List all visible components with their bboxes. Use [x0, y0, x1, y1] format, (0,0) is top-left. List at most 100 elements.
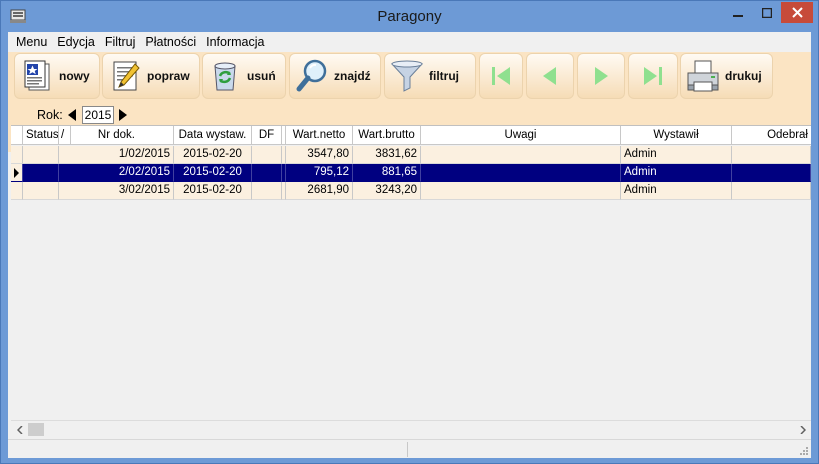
header-indicator — [11, 126, 23, 145]
menu-item-menu[interactable]: Menu — [11, 35, 52, 49]
header-odebral[interactable]: Odebrał — [732, 126, 811, 145]
menu-bar: Menu Edycja Filtruj Płatności Informacja — [8, 32, 811, 52]
status-panel-1 — [8, 442, 408, 457]
cell-wart-netto[interactable]: 795,12 — [286, 164, 353, 182]
cell-df — [252, 182, 282, 200]
cell-uwagi — [421, 182, 621, 200]
prev-record-button[interactable] — [526, 53, 574, 99]
app-window: Paragony Menu Edycja Filtruj Płatności I… — [0, 0, 819, 464]
status-panel-2 — [408, 442, 788, 457]
cell-nr-dok[interactable]: 3/02/2015 — [59, 182, 174, 200]
next-record-button[interactable] — [577, 53, 625, 99]
table-row[interactable]: 2/02/2015 2015-02-20 795,12 881,65 Admin — [11, 164, 811, 182]
edit-button[interactable]: popraw — [102, 53, 200, 99]
filter-button[interactable]: filtruj — [384, 53, 476, 99]
edit-button-label: popraw — [147, 69, 190, 83]
maximize-button[interactable] — [753, 2, 780, 23]
cell-data-wystaw[interactable]: 2015-02-20 — [174, 164, 252, 182]
find-button[interactable]: znajdź — [289, 53, 381, 99]
close-button[interactable] — [781, 2, 813, 23]
new-document-icon — [24, 60, 50, 91]
last-record-icon — [644, 67, 662, 85]
cell-status — [23, 164, 59, 182]
cell-wystawil[interactable]: Admin — [621, 182, 732, 200]
cell-nr-dok[interactable]: 1/02/2015 — [59, 146, 174, 164]
first-record-button[interactable] — [479, 53, 523, 99]
header-status[interactable]: Status — [23, 126, 59, 145]
cell-wystawil[interactable]: Admin — [621, 146, 732, 164]
cell-odebral — [732, 182, 811, 200]
table-row[interactable]: 3/02/2015 2015-02-20 2681,90 3243,20 Admin — [11, 182, 811, 200]
cell-status — [23, 182, 59, 200]
cell-df — [252, 146, 282, 164]
new-button-label: nowy — [59, 69, 90, 83]
minimize-button[interactable] — [724, 2, 752, 23]
header-uwagi[interactable]: Uwagi — [421, 126, 621, 145]
cell-odebral — [732, 164, 811, 182]
row-indicator — [11, 146, 23, 164]
prev-record-icon — [543, 67, 556, 85]
find-button-label: znajdź — [334, 69, 371, 83]
menu-item-platnosci[interactable]: Płatności — [140, 35, 201, 49]
table-row[interactable]: 1/02/2015 2015-02-20 3547,80 3831,62 Admin — [11, 146, 811, 164]
grid-header: Status / Nr dok. Data wystaw. DF Wart.ne… — [11, 126, 811, 145]
horizontal-scrollbar[interactable] — [11, 420, 811, 438]
print-button[interactable]: drukuj — [680, 53, 773, 99]
current-row-indicator-icon — [14, 168, 19, 178]
client-area: Menu Edycja Filtruj Płatności Informacja… — [8, 32, 811, 458]
cell-wart-netto[interactable]: 2681,90 — [286, 182, 353, 200]
next-record-icon — [595, 67, 608, 85]
scroll-left-button[interactable] — [11, 421, 28, 438]
cell-df — [252, 164, 282, 182]
print-button-label: drukuj — [725, 69, 762, 83]
menu-item-edycja[interactable]: Edycja — [52, 35, 100, 49]
header-wart-netto[interactable]: Wart.netto — [286, 126, 353, 145]
maximize-icon — [761, 7, 772, 18]
cell-data-wystaw[interactable]: 2015-02-20 — [174, 182, 252, 200]
header-df[interactable]: DF — [252, 126, 282, 145]
cell-odebral — [732, 146, 811, 164]
title-bar[interactable]: Paragony — [1, 1, 818, 32]
row-indicator — [11, 182, 23, 200]
cell-wystawil[interactable]: Admin — [621, 164, 732, 182]
last-record-button[interactable] — [628, 53, 678, 99]
documents-grid: Status / Nr dok. Data wystaw. DF Wart.ne… — [11, 125, 811, 419]
row-indicator — [11, 164, 23, 182]
cell-wart-brutto[interactable]: 3243,20 — [353, 182, 421, 200]
edit-document-icon — [113, 61, 140, 91]
header-wart-brutto[interactable]: Wart.brutto — [353, 126, 421, 145]
menu-item-informacja[interactable]: Informacja — [201, 35, 269, 49]
header-wystawil[interactable]: Wystawił — [621, 126, 732, 145]
window-title: Paragony — [377, 8, 442, 25]
status-bar — [8, 439, 811, 458]
scroll-thumb[interactable] — [28, 423, 44, 436]
year-value[interactable]: 2015 — [82, 106, 114, 124]
printer-icon — [687, 60, 719, 92]
scroll-right-button[interactable] — [794, 421, 811, 438]
delete-button-label: usuń — [247, 69, 276, 83]
cell-uwagi — [421, 164, 621, 182]
header-nr-dok[interactable]: Nr dok. — [59, 126, 174, 145]
filter-funnel-icon — [390, 60, 424, 92]
chevron-right-icon — [799, 425, 806, 434]
minimize-icon — [733, 14, 743, 17]
cell-wart-brutto[interactable]: 881,65 — [353, 164, 421, 182]
year-label: Rok: — [37, 108, 63, 122]
cell-wart-netto[interactable]: 3547,80 — [286, 146, 353, 164]
menu-item-filtruj[interactable]: Filtruj — [100, 35, 141, 49]
cell-wart-brutto[interactable]: 3831,62 — [353, 146, 421, 164]
year-next-arrow-icon[interactable] — [119, 109, 127, 121]
filter-button-label: filtruj — [429, 69, 459, 83]
new-button[interactable]: nowy — [14, 53, 100, 99]
first-record-icon — [492, 67, 510, 85]
close-icon — [791, 7, 803, 18]
recycle-bin-icon — [214, 62, 236, 91]
cell-status — [23, 146, 59, 164]
cell-uwagi — [421, 146, 621, 164]
delete-button[interactable]: usuń — [202, 53, 286, 99]
header-data-wystaw[interactable]: Data wystaw. — [174, 126, 252, 145]
resize-grip-icon[interactable] — [798, 445, 809, 456]
year-prev-arrow-icon[interactable] — [68, 109, 76, 121]
cell-nr-dok[interactable]: 2/02/2015 — [59, 164, 174, 182]
cell-data-wystaw[interactable]: 2015-02-20 — [174, 146, 252, 164]
